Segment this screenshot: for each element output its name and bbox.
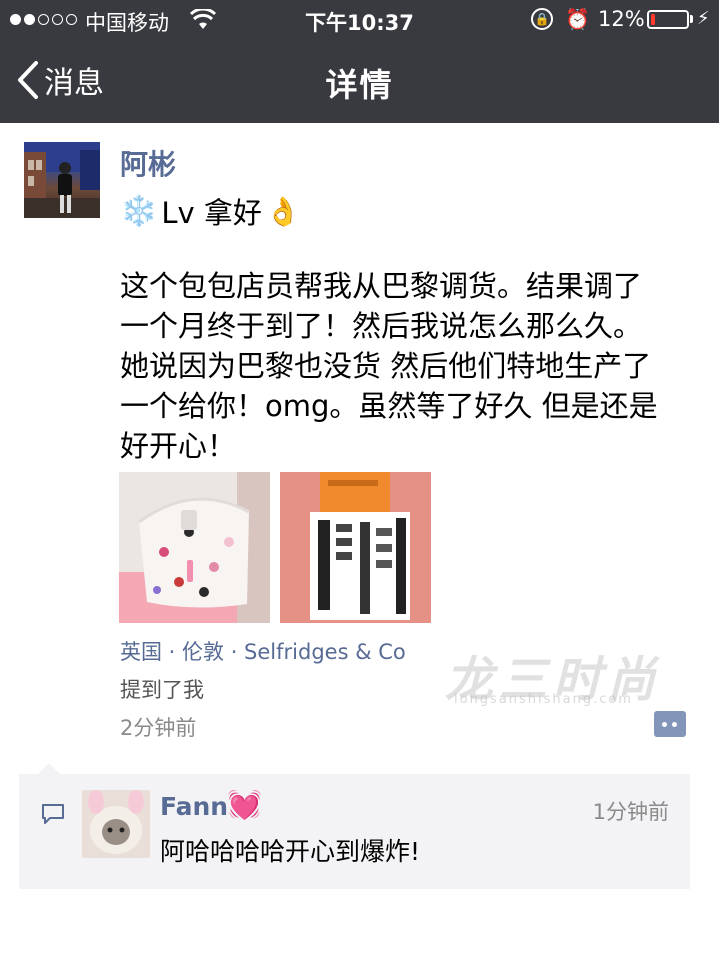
post-mention: 提到了我	[120, 678, 204, 702]
avatar-image	[24, 142, 100, 218]
comment-icon	[42, 804, 64, 824]
alarm-icon: ⏰	[565, 7, 590, 31]
post-body: 这个包包店员帮我从巴黎调货。结果调了 一个月终于到了！然后我说怎么那么久。 她说…	[120, 269, 658, 463]
comment-text[interactable]: 阿哈哈哈哈开心到爆炸!	[160, 832, 420, 868]
post-location[interactable]: 英国 · 伦敦 · Selfridges & Co	[120, 636, 406, 666]
battery-level	[651, 14, 655, 25]
charging-bolt-icon: ⚡	[697, 8, 710, 29]
more-dot	[672, 722, 677, 727]
post-first-line: ❄️ Lv 拿好 👌	[120, 190, 301, 232]
snowflake-emoji: ❄️	[120, 193, 158, 229]
orientation-lock-icon: 🔒	[531, 8, 553, 30]
commenter-name[interactable]: Fann	[160, 792, 228, 821]
post-timestamp: 2分钟前	[120, 716, 197, 740]
navigation-bar: 消息 详情	[0, 40, 719, 123]
battery-tip	[690, 15, 693, 23]
comment-pointer	[38, 763, 60, 774]
post-author[interactable]: 阿彬	[120, 143, 176, 183]
battery-icon	[647, 10, 689, 29]
battery-percent: 12%	[598, 7, 645, 31]
more-actions-button[interactable]	[654, 711, 686, 737]
commenter-avatar[interactable]	[82, 790, 150, 858]
bag-photo-image	[119, 472, 270, 623]
post-first-line-text: Lv 拿好	[161, 196, 262, 230]
cat-avatar-image	[82, 790, 150, 858]
page-title: 详情	[325, 66, 394, 104]
status-bar: 中国移动 下午10:37 🔒 ⏰ 12% ⚡	[0, 0, 719, 40]
author-avatar[interactable]	[24, 142, 100, 218]
ok-hand-emoji: 👌	[265, 194, 301, 228]
comment-timestamp: 1分钟前	[592, 800, 669, 824]
post-photo-bag[interactable]	[119, 472, 270, 623]
more-dot	[662, 722, 667, 727]
packaging-photo-image	[280, 472, 431, 623]
heart-emoji: 💓	[227, 788, 262, 821]
post-photo-packaging[interactable]	[280, 472, 431, 623]
comment-section: Fann 💓 1分钟前 阿哈哈哈哈开心到爆炸!	[19, 774, 690, 889]
watermark-subtext: longsanshishang.com	[454, 692, 634, 707]
top-bar: 中国移动 下午10:37 🔒 ⏰ 12% ⚡ 消息 详情	[0, 0, 719, 123]
